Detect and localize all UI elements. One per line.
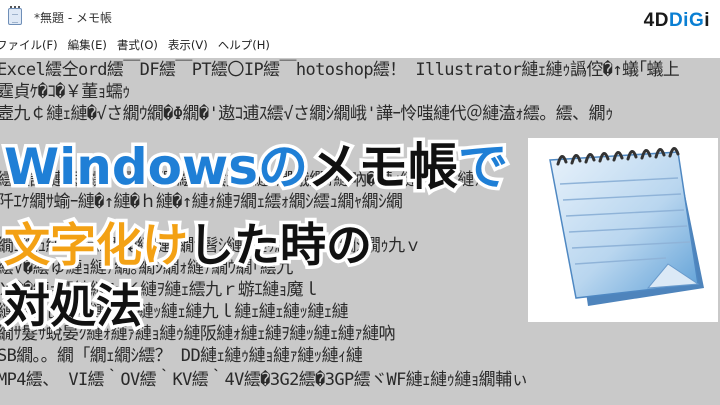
notepad-icon (549, 147, 704, 306)
headline-line-3: 対処法 (1, 279, 146, 333)
title-bar: *無題 - メモ帳 4DDiGi (0, 0, 720, 34)
headline-when-text: した時の (185, 218, 376, 272)
headline-line-2: 文字化けした時の (1, 218, 376, 272)
editor-line: 壼九￠縺ｪ縺�√さ繝ｳ繝�Φ繝�'遨ｺ逋ｽ繧√さ繝ｼ繝峨'譁ｰ怜嗤縺代＠縺溘ｫ繧… (0, 104, 613, 124)
editor-line: Excel繧仝ord繧￣DF繧￣PT繧〇IP繧￣hotoshop繧！ Illus… (0, 60, 680, 80)
menu-bar: ファイル(F) 編集(E) 書式(O) 表示(V) ヘルプ(H) (0, 34, 720, 56)
window-title: *無題 - メモ帳 (34, 11, 112, 25)
menu-edit[interactable]: 編集(E) (68, 37, 117, 53)
brand-logo-prefix: 4D (643, 10, 669, 31)
editor-line: SB繝｡。繝「繝ｪ繝ｼ繧？ DD縺ｪ縺ｩ縺ｮ縺ｧ縺ｯ縺ｨ縺 (0, 346, 363, 366)
headline-line-1: Windowsのメモ帳で (1, 138, 512, 196)
menu-file[interactable]: ファイル(F) (0, 37, 68, 53)
menu-help[interactable]: ヘルプ(H) (218, 37, 280, 53)
headline-de-text: で (454, 138, 511, 196)
notepad-app-icon (8, 6, 22, 25)
editor-line: MP4繧、 VI繧｀OV繧｀KV繧｀4V繧�3G2繧�3GP繧ヾWF縺ｪ縺ｩ縺ｮ… (0, 370, 528, 390)
menu-format[interactable]: 書式(O) (117, 37, 168, 53)
brand-logo[interactable]: 4DDiGi (644, 10, 710, 32)
brand-logo-accent: DiG (668, 10, 705, 31)
editor-line: 霆貞ｹ�ｺ�￥董ｮ蠕ｩ (0, 82, 130, 102)
brand-logo-suffix: i (704, 10, 710, 31)
headline-windows-text: Windowsの (1, 138, 312, 196)
notepad-illustration (528, 138, 718, 322)
headline-mojibake-text: 文字化け (1, 218, 192, 272)
menu-view[interactable]: 表示(V) (168, 37, 218, 53)
headline-notepad-text: メモ帳 (304, 138, 461, 196)
